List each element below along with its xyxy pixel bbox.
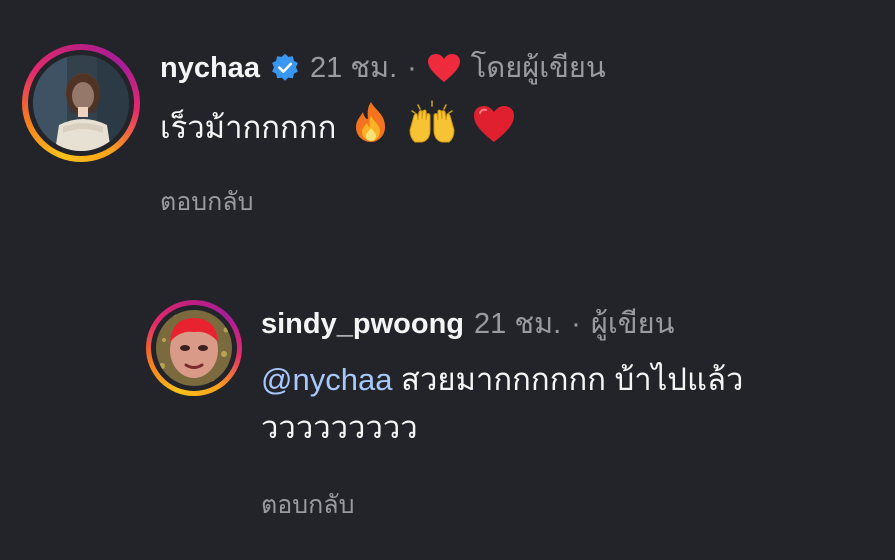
separator: · (571, 308, 581, 340)
timestamp: 21 ชม. (309, 52, 398, 84)
story-ring[interactable] (146, 300, 242, 396)
avatar[interactable] (33, 55, 129, 151)
username[interactable]: nychaa (160, 50, 260, 86)
comment-body: nychaa 21 ชม. · โดยผู้เขียน เร็วม้ากกกกก (160, 50, 606, 158)
comment-meta: sindy_pwoong 21 ชม. · ผู้เขียน (261, 306, 743, 342)
fire-icon (351, 100, 391, 158)
story-ring[interactable] (22, 44, 140, 162)
author-label: ผู้เขียน (590, 308, 675, 340)
verified-badge-icon (270, 53, 300, 83)
reply-button[interactable]: ตอบกลับ (261, 485, 354, 525)
reply-button[interactable]: ตอบกลับ (160, 182, 253, 222)
comment-body: sindy_pwoong 21 ชม. · ผู้เขียน @nychaa ส… (261, 306, 743, 452)
avatar-photo (33, 55, 129, 151)
separator: · (407, 52, 417, 84)
avatar[interactable] (156, 310, 232, 386)
comment-text: @nychaa สวยมากกกกกก บ้าไปแล้ว ววววววววว (261, 356, 743, 452)
comment-message-line2: ววววววววว (261, 410, 418, 445)
liked-by-author-heart-icon (427, 53, 461, 83)
timestamp: 21 ชม. (474, 308, 562, 340)
red-heart-icon (472, 104, 516, 158)
mention-link[interactable]: @nychaa (261, 362, 392, 397)
comment-message-line1: สวยมากกกกกก บ้าไปแล้ว (392, 362, 744, 397)
username[interactable]: sindy_pwoong (261, 306, 464, 342)
avatar-photo (156, 310, 232, 386)
liked-by-author-label: โดยผู้เขียน (470, 52, 606, 84)
comment-message: เร็วม้ากกกกก (160, 110, 337, 145)
comments-thread: nychaa 21 ชม. · โดยผู้เขียน เร็วม้ากกกกก… (0, 0, 895, 560)
comment-text: เร็วม้ากกกกก (160, 100, 606, 158)
raising-hands-icon (406, 100, 458, 158)
comment-meta: nychaa 21 ชม. · โดยผู้เขียน (160, 50, 606, 86)
